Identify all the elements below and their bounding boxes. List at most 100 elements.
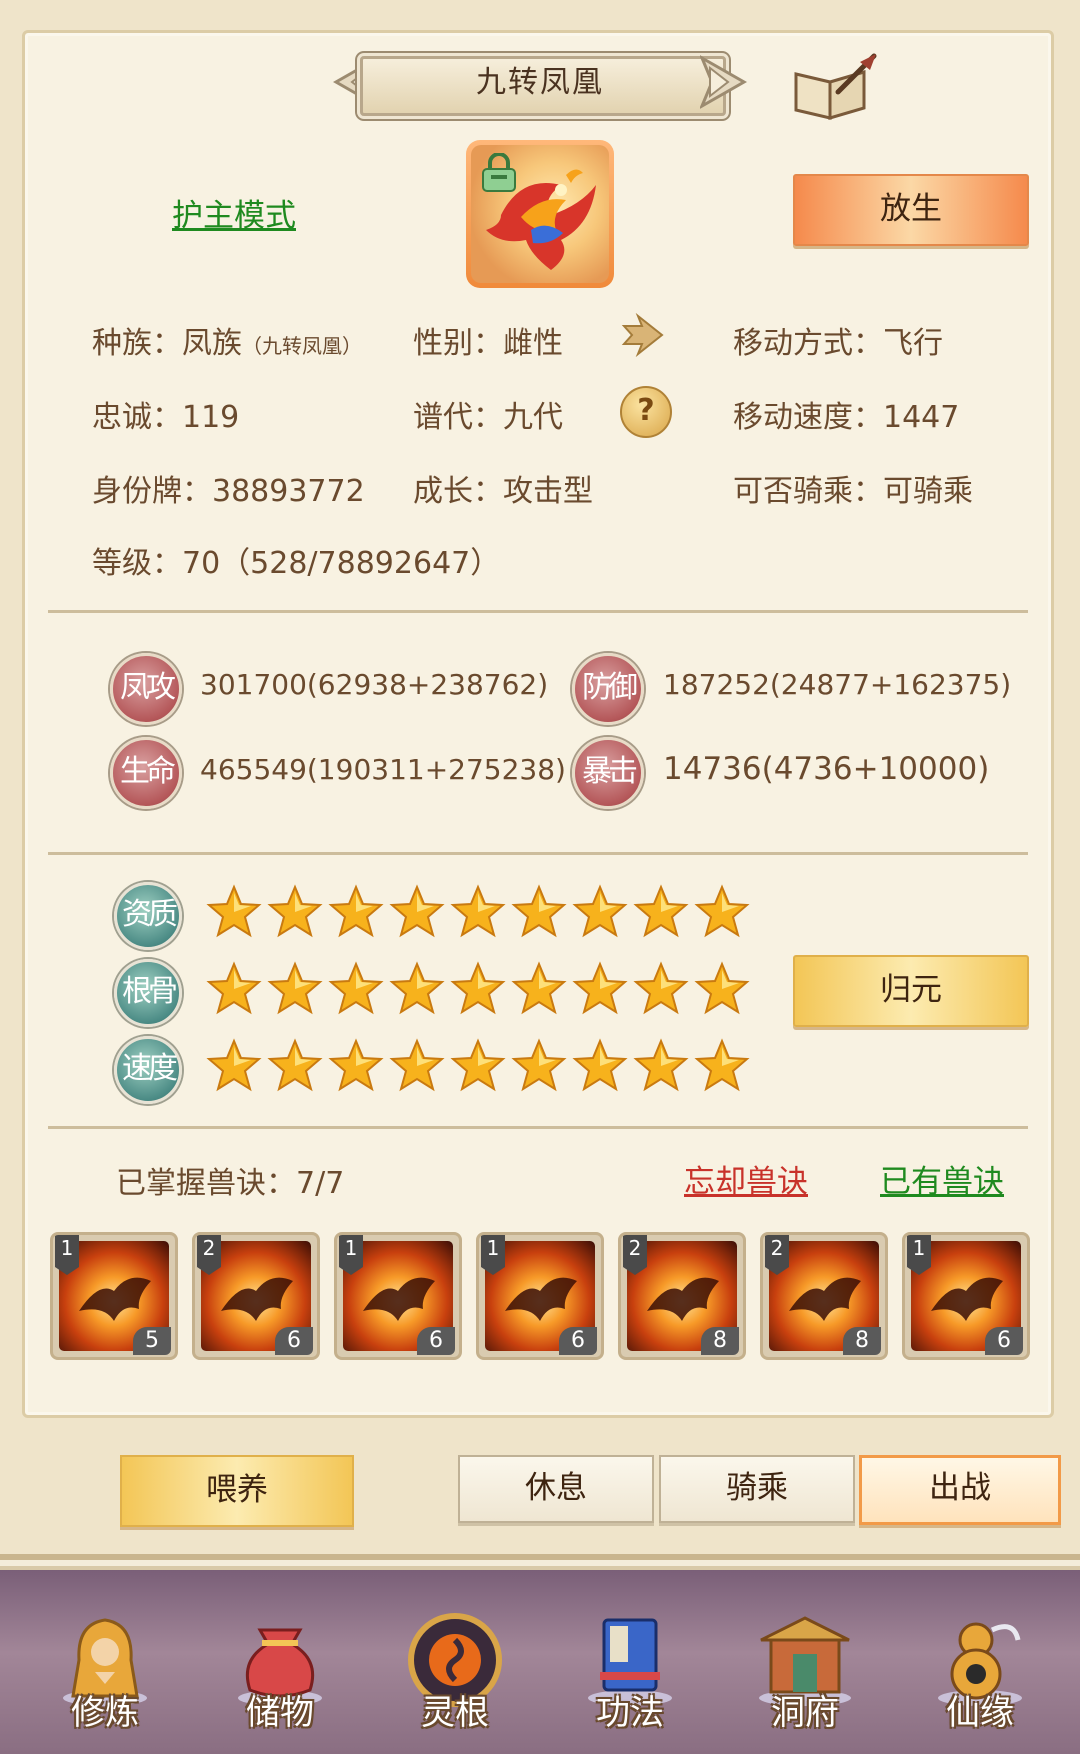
pet-title: 九转凤凰 (476, 65, 604, 100)
star-icon (328, 1038, 384, 1094)
plaque-ornament-right-icon (700, 54, 748, 110)
bottom-nav: 修炼 储物 灵根 功法 洞府 仙缘 (0, 1566, 1080, 1754)
release-button[interactable]: 放生 (793, 174, 1029, 246)
skill-tier-badge: 1 (55, 1235, 79, 1275)
speed-badge: 速度 (114, 1036, 182, 1104)
bone-badge: 根骨 (114, 959, 182, 1027)
star-icon (511, 961, 567, 1017)
star-icon (206, 1038, 262, 1094)
star-icon (328, 961, 384, 1017)
star-icon (267, 961, 323, 1017)
defense-badge: 防御 (572, 653, 644, 725)
hp-badge: 生命 (110, 737, 182, 809)
nav-fate[interactable]: 仙缘 (910, 1570, 1050, 1754)
skill-slot[interactable]: 28 (618, 1232, 746, 1360)
skill-level-badge: 6 (275, 1327, 313, 1355)
star-icon (572, 884, 628, 940)
growth-info: 成长：攻击型 (413, 474, 593, 509)
skill-level-badge: 5 (133, 1327, 171, 1355)
star-icon (267, 884, 323, 940)
crit-value: 14736(4736+10000) (663, 751, 990, 787)
crit-badge: 暴击 (572, 737, 644, 809)
pet-portrait[interactable] (466, 140, 614, 288)
arrow-right-icon[interactable] (618, 312, 666, 358)
skill-tier-badge: 1 (339, 1235, 363, 1275)
pet-guide-book-icon[interactable] (790, 52, 878, 122)
star-icon (572, 961, 628, 1017)
skill-level-badge: 6 (417, 1327, 455, 1355)
star-icon (389, 961, 445, 1017)
divider (48, 1126, 1028, 1129)
nav-cultivate[interactable]: 修炼 (35, 1570, 175, 1754)
star-icon (389, 1038, 445, 1094)
star-icon (694, 1038, 750, 1094)
feed-button[interactable]: 喂养 (120, 1455, 354, 1527)
rideable-info: 可否骑乘：可骑乘 (733, 474, 973, 509)
star-icon (633, 884, 689, 940)
star-icon (206, 961, 262, 1017)
nav-techniques[interactable]: 功法 (560, 1570, 700, 1754)
nav-storage[interactable]: 储物 (210, 1570, 350, 1754)
skill-slot[interactable]: 28 (760, 1232, 888, 1360)
nav-spirit-root[interactable]: 灵根 (385, 1570, 525, 1754)
battle-button[interactable]: 出战 (859, 1455, 1061, 1525)
skill-tier-badge: 2 (765, 1235, 789, 1275)
skill-slot[interactable]: 26 (192, 1232, 320, 1360)
guard-mode-link[interactable]: 护主模式 (172, 190, 296, 235)
nav-cave-house[interactable]: 洞府 (735, 1570, 875, 1754)
skill-tier-badge: 1 (907, 1235, 931, 1275)
owned-skill-link[interactable]: 已有兽诀 (880, 1156, 1004, 1201)
star-icon (267, 1038, 323, 1094)
star-icon (511, 884, 567, 940)
attack-badge: 凤攻 (110, 653, 182, 725)
skill-slot[interactable]: 16 (902, 1232, 1030, 1360)
bone-stars (206, 961, 750, 1017)
hp-value: 465549(190311+275238) (200, 753, 566, 786)
star-icon (694, 884, 750, 940)
rest-button[interactable]: 休息 (458, 1455, 654, 1523)
star-icon (389, 884, 445, 940)
skill-tier-badge: 1 (481, 1235, 505, 1275)
star-icon (450, 1038, 506, 1094)
star-icon (572, 1038, 628, 1094)
ride-button[interactable]: 骑乘 (659, 1455, 855, 1523)
skill-tier-badge: 2 (197, 1235, 221, 1275)
skill-tier-badge: 2 (623, 1235, 647, 1275)
star-icon (633, 961, 689, 1017)
divider (48, 852, 1028, 855)
skill-slot[interactable]: 16 (476, 1232, 604, 1360)
skill-slot[interactable]: 15 (50, 1232, 178, 1360)
skill-slot[interactable]: 16 (334, 1232, 462, 1360)
skill-level-badge: 8 (843, 1327, 881, 1355)
star-icon (633, 1038, 689, 1094)
reset-button[interactable]: 归元 (793, 955, 1029, 1027)
speed-stars (206, 1038, 750, 1094)
gender-info: 性别：雌性 (413, 326, 563, 361)
id-tag-info: 身份牌：38893772 (92, 474, 365, 509)
title-plaque: 九转凤凰 (330, 48, 750, 118)
forget-skill-link[interactable]: 忘却兽诀 (684, 1156, 808, 1201)
skills-mastered: 已掌握兽诀：7/7 (116, 1166, 345, 1201)
star-icon (206, 884, 262, 940)
star-icon (694, 961, 750, 1017)
star-icon (511, 1038, 567, 1094)
star-icon (450, 961, 506, 1017)
generation-info: 谱代：九代 (413, 400, 563, 435)
level-info: 等级：70（528/78892647） (92, 546, 501, 581)
defense-value: 187252(24877+162375) (663, 668, 1012, 701)
help-question-icon[interactable]: ? (620, 386, 672, 438)
skill-level-badge: 6 (559, 1327, 597, 1355)
race-info: 种族：凤族（九转凤凰） (92, 326, 362, 361)
aptitude-stars (206, 884, 750, 940)
aptitude-badge: 资质 (114, 882, 182, 950)
move-mode-info: 移动方式：飞行 (733, 326, 943, 361)
attack-value: 301700(62938+238762) (200, 668, 549, 701)
star-icon (450, 884, 506, 940)
move-speed-info: 移动速度：1447 (733, 400, 960, 435)
divider (48, 610, 1028, 613)
star-icon (328, 884, 384, 940)
lock-icon (482, 153, 516, 192)
skill-level-badge: 6 (985, 1327, 1023, 1355)
loyalty-info: 忠诚：119 (92, 400, 240, 435)
skill-level-badge: 8 (701, 1327, 739, 1355)
